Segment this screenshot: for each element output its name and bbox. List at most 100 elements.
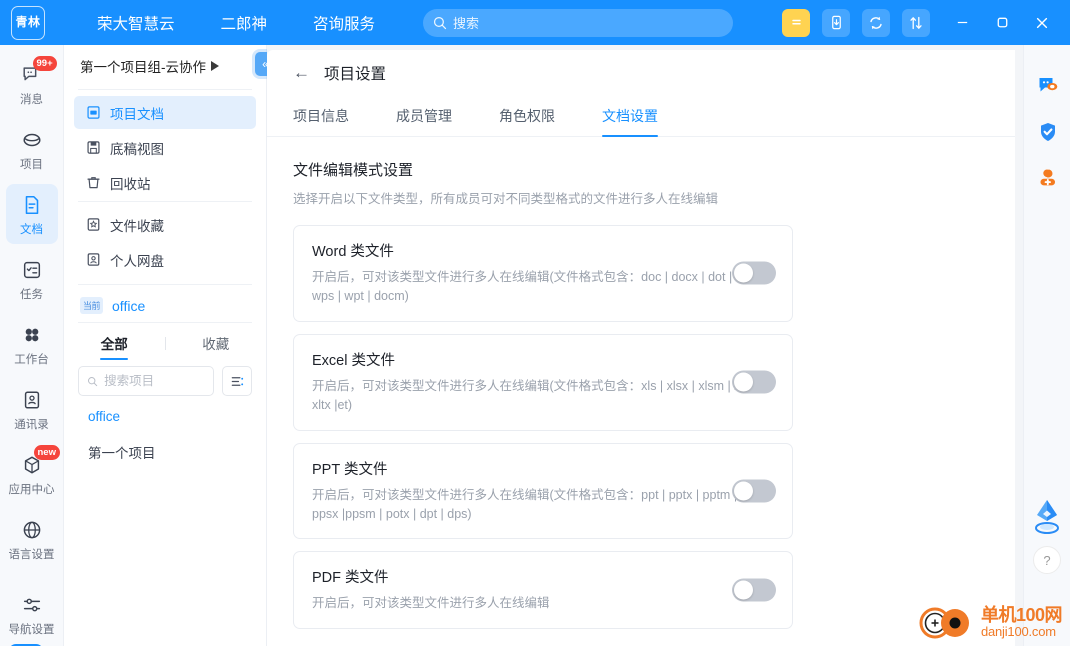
panel-label-draft-view: 底稿视图 — [110, 141, 164, 157]
app-logo[interactable]: 青林 — [11, 5, 45, 40]
tab-role-permissions[interactable]: 角色权限 — [499, 106, 555, 136]
app-center-badge: new — [33, 445, 60, 460]
maximize-button[interactable] — [982, 6, 1022, 40]
project-group-title: 第一个项目组-云协作 — [80, 60, 206, 75]
section-subtitle: 选择开启以下文件类型，所有成员可对不同类型格式的文件进行多人在线编辑 — [293, 192, 719, 206]
toggle-knob — [734, 372, 753, 392]
project-group-header[interactable]: 第一个项目组-云协作 « — [64, 45, 276, 87]
top-nav-item-1[interactable]: 二郎神 — [221, 12, 268, 34]
sidebar-item-nav-settings[interactable]: 导航设置 — [6, 584, 58, 644]
panel-label-recycle-bin: 回收站 — [110, 176, 151, 192]
security-button[interactable] — [1024, 109, 1070, 155]
toggle-word[interactable] — [732, 261, 776, 285]
panel-label-project-docs: 项目文档 — [110, 106, 164, 122]
minimize-icon — [957, 21, 967, 24]
sidebar-item-projects[interactable]: 项目 — [6, 119, 58, 179]
panel-divider-1 — [78, 89, 252, 90]
close-icon — [1036, 17, 1048, 28]
panel-item-personal-drive[interactable]: 个人网盘 — [74, 243, 256, 276]
file-type-card-pdf: PDF 类文件 开启后，可对该类型文件进行多人在线编辑 — [293, 551, 793, 629]
left-nav-rail: 99+ 消息 项目 文档 任务 工作台 通讯录 new 应用中心 语言设置 导航… — [0, 45, 64, 646]
add-member-icon — [1040, 169, 1055, 186]
notes-button[interactable] — [782, 8, 810, 37]
panel-item-file-favorites[interactable]: 文件收藏 — [74, 208, 256, 241]
scroll-to-top-button[interactable] — [1030, 496, 1064, 541]
draft-view-icon — [84, 140, 102, 155]
card-desc-excel: 开启后，可对该类型文件进行多人在线编辑(文件格式包含：xls | xlsx | … — [312, 378, 754, 413]
message-badge: 99+ — [32, 56, 57, 71]
trash-icon — [84, 175, 102, 190]
mobile-download-icon — [831, 15, 841, 30]
back-arrow-icon[interactable]: ← — [293, 63, 310, 83]
card-title-ppt: PPT 类文件 — [312, 461, 388, 478]
panel-item-project-docs[interactable]: 项目文档 — [74, 96, 256, 129]
toggle-ppt[interactable] — [732, 479, 776, 503]
cloud-drive-icon — [84, 252, 102, 267]
notes-icon — [791, 19, 801, 25]
tab-favorites[interactable]: 收藏 — [166, 327, 267, 360]
settings-header: ← 项目设置 — [267, 50, 1015, 95]
sidebar-item-contacts[interactable]: 通讯录 — [6, 379, 58, 439]
file-type-card-list: Word 类文件 开启后，可对该类型文件进行多人在线编辑(文件格式包含：doc … — [293, 225, 1015, 629]
contacts-icon — [21, 388, 43, 412]
tab-project-info[interactable]: 项目信息 — [293, 106, 349, 136]
title-bar: 青林 荣大智慧云 二郎神 咨询服务 搜索 — [0, 0, 1070, 45]
shield-check-icon — [1040, 123, 1055, 141]
project-search-input[interactable] — [104, 374, 205, 388]
sidebar-item-documents[interactable]: 文档 — [5, 184, 58, 244]
card-text: Word 类文件 开启后，可对该类型文件进行多人在线编辑(文件格式包含：doc … — [312, 240, 776, 307]
toggle-pdf[interactable] — [732, 578, 776, 602]
top-nav-item-2[interactable]: 咨询服务 — [313, 12, 375, 34]
tab-all[interactable]: 全部 — [64, 327, 165, 360]
panel-item-draft-view[interactable]: 底稿视图 — [74, 131, 256, 164]
global-search[interactable]: 搜索 — [423, 8, 734, 37]
sidebar-item-tasks[interactable]: 任务 — [6, 249, 58, 309]
card-title-pdf: PDF 类文件 — [312, 570, 389, 587]
sync-button[interactable] — [862, 8, 890, 37]
group-expand-arrow-icon — [211, 61, 219, 71]
top-nav-item-0[interactable]: 荣大智慧云 — [97, 12, 175, 34]
current-project-row[interactable]: 当前 office — [64, 291, 266, 322]
project-list-item-0[interactable]: office — [64, 400, 266, 433]
project-sort-button[interactable] — [222, 366, 252, 396]
add-member-button[interactable] — [1024, 155, 1070, 201]
close-button[interactable] — [1022, 6, 1062, 40]
sidebar-item-messages[interactable]: 99+ 消息 — [6, 54, 58, 114]
project-search-box[interactable] — [78, 366, 214, 396]
minimize-button[interactable] — [942, 6, 982, 40]
document-icon — [21, 193, 43, 217]
workbench-icon — [21, 323, 43, 347]
project-search-row — [64, 360, 266, 400]
panel-item-recycle-bin[interactable]: 回收站 — [74, 166, 256, 199]
toggle-excel[interactable] — [732, 370, 776, 394]
help-button[interactable]: ? — [1033, 546, 1061, 574]
panel-divider-2 — [78, 201, 252, 202]
search-icon — [434, 16, 447, 29]
page-title: 项目设置 — [324, 65, 387, 83]
panel-tabs: 全部 收藏 — [64, 323, 266, 360]
sidebar-item-app-center[interactable]: new 应用中心 — [6, 444, 60, 504]
card-desc-pdf: 开启后，可对该类型文件进行多人在线编辑 — [312, 596, 550, 611]
sidebar-item-language[interactable]: 语言设置 — [6, 509, 58, 569]
card-text: PDF 类文件 开启后，可对该类型文件进行多人在线编辑 — [312, 566, 776, 613]
nav-settings-icon — [21, 593, 43, 617]
app-center-icon: new — [21, 445, 60, 477]
global-search-placeholder: 搜索 — [453, 16, 480, 31]
toggle-knob — [734, 580, 753, 600]
transfer-button[interactable] — [902, 8, 930, 37]
right-rail: ? — [1023, 45, 1070, 646]
file-type-card-excel: Excel 类文件 开启后，可对该类型文件进行多人在线编辑(文件格式包含：xls… — [293, 333, 793, 431]
sidebar-label-documents: 文档 — [20, 224, 43, 236]
panel-divider-3 — [78, 284, 252, 285]
sidebar-item-workbench[interactable]: 工作台 — [6, 314, 58, 374]
project-list-item-1[interactable]: 第一个项目 — [64, 433, 266, 471]
maximize-icon — [997, 17, 1007, 28]
chat-assistant-button[interactable] — [1024, 63, 1070, 109]
tab-member-management[interactable]: 成员管理 — [396, 106, 452, 136]
panel-label-personal-drive: 个人网盘 — [110, 253, 164, 269]
sidebar-label-messages: 消息 — [20, 94, 43, 106]
sort-list-icon — [231, 376, 243, 386]
top-nav: 荣大智慧云 二郎神 咨询服务 — [97, 12, 421, 34]
mobile-download-button[interactable] — [822, 8, 850, 37]
tab-document-settings[interactable]: 文档设置 — [602, 106, 658, 137]
